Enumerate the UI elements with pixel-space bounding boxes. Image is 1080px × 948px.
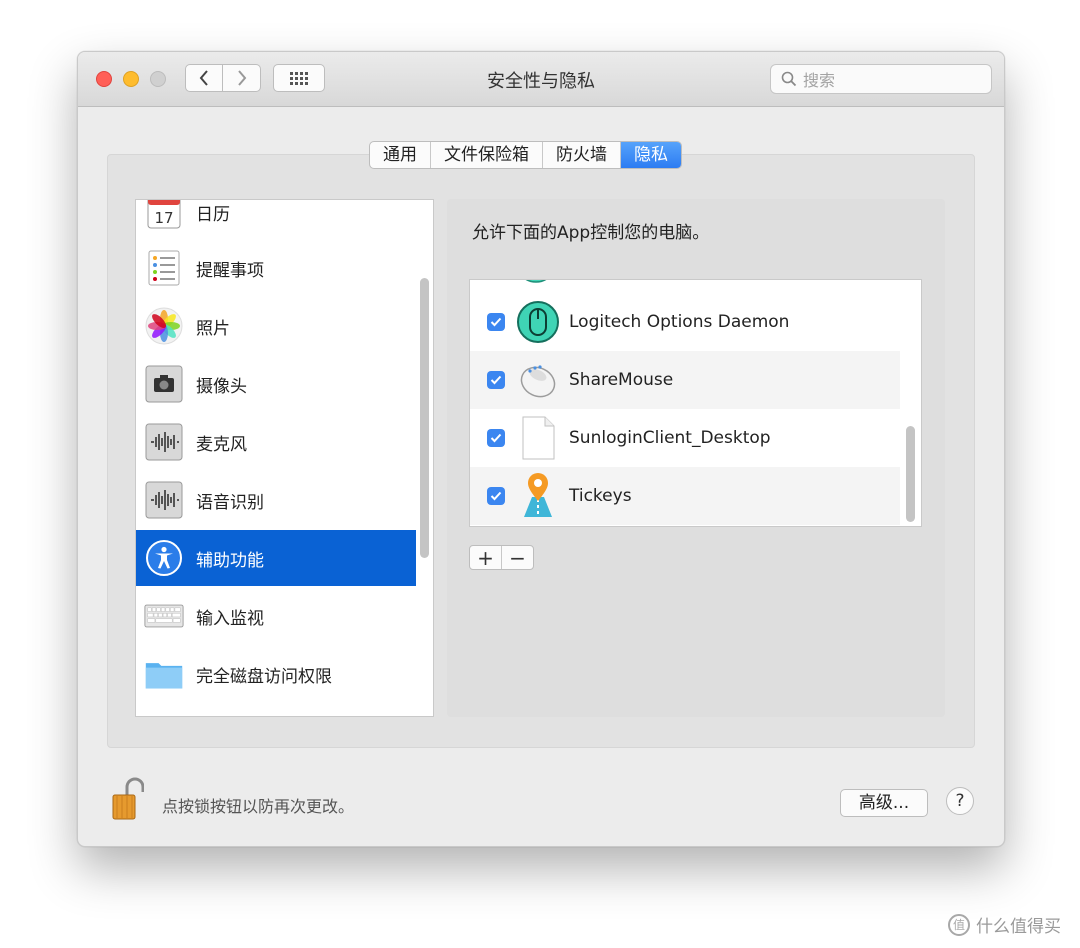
sidebar-item-speech-recognition[interactable]: 语音识别 — [136, 472, 416, 528]
app-row[interactable]: Tickeys — [470, 467, 900, 525]
add-app-button[interactable]: + — [470, 546, 502, 570]
camera-icon — [144, 364, 184, 404]
tab-firewall[interactable]: 防火墙 — [543, 142, 621, 168]
app-name: Tickeys — [569, 486, 632, 506]
search-placeholder: 搜索 — [803, 71, 836, 90]
sidebar-item-label: 日历 — [196, 204, 230, 225]
lock-hint-text: 点按锁按钮以防再次更改。 — [162, 797, 355, 816]
app-checkbox[interactable] — [487, 313, 505, 331]
search-icon — [781, 71, 797, 87]
watermark-logo-icon: 值 — [948, 913, 970, 936]
sidebar-item-label: 输入监视 — [196, 608, 264, 629]
lock-button[interactable] — [108, 776, 145, 826]
checkmark-icon — [490, 433, 502, 443]
mouse-icon — [516, 358, 560, 402]
sidebar-item-accessibility[interactable]: 辅助功能 — [136, 530, 416, 586]
sidebar-item-label: 提醒事项 — [196, 260, 264, 281]
checkmark-icon — [490, 317, 502, 327]
logitech-icon — [516, 300, 560, 344]
right-panel: 允许下面的App控制您的电脑。 Logitech Options Daemon … — [447, 199, 945, 717]
calendar-icon: 17 — [144, 200, 184, 232]
sidebar-item-photos[interactable]: 照片 — [136, 298, 416, 354]
remove-app-button[interactable]: − — [502, 546, 533, 570]
sidebar-item-full-disk-access[interactable]: 完全磁盘访问权限 — [136, 646, 416, 702]
document-icon — [516, 416, 560, 460]
tickeys-icon — [516, 473, 560, 518]
accessibility-icon — [144, 538, 184, 578]
folder-icon — [144, 654, 184, 694]
sidebar-item-reminders[interactable]: 提醒事项 — [136, 240, 416, 296]
app-row[interactable]: SunloginClient_Desktop — [470, 409, 900, 467]
checkmark-icon — [490, 375, 502, 385]
app-checkbox[interactable] — [487, 429, 505, 447]
sidebar-item-microphone[interactable]: 麦克风 — [136, 414, 416, 470]
app-row[interactable]: ShareMouse — [470, 351, 900, 409]
allow-description: 允许下面的App控制您的电脑。 — [472, 223, 710, 243]
tab-filevault[interactable]: 文件保险箱 — [431, 142, 543, 168]
tab-general[interactable]: 通用 — [370, 142, 431, 168]
apps-scrollbar[interactable] — [906, 426, 915, 522]
app-name: Logitech Options Daemon — [569, 312, 790, 332]
advanced-button[interactable]: 高级... — [840, 789, 928, 817]
app-name: SunloginClient_Desktop — [569, 428, 771, 448]
sidebar-item-label: 语音识别 — [196, 492, 264, 513]
app-row[interactable]: Logitech Options Daemon — [470, 293, 900, 351]
speech-recognition-icon — [144, 480, 184, 520]
watermark-text: 什么值得买 — [976, 917, 1061, 937]
sidebar-item-label: 完全磁盘访问权限 — [196, 666, 332, 687]
microphone-icon — [144, 422, 184, 462]
sidebar-item-label: 辅助功能 — [196, 550, 264, 571]
help-button[interactable]: ? — [946, 787, 974, 815]
keyboard-icon — [144, 596, 184, 636]
preferences-window: 安全性与隐私 搜索 通用 文件保险箱 防火墙 隐私 17 日历 提醒事项 照片 … — [77, 51, 1005, 847]
reminders-icon — [144, 248, 184, 288]
watermark: 值 什么值得买 — [948, 912, 1061, 937]
sidebar-item-calendar[interactable]: 17 日历 — [136, 200, 416, 240]
app-checkbox[interactable] — [487, 487, 505, 505]
app-name: ShareMouse — [569, 370, 674, 390]
sidebar-item-input-monitoring[interactable]: 输入监视 — [136, 588, 416, 644]
search-input[interactable]: 搜索 — [770, 64, 992, 94]
privacy-category-list[interactable]: 17 日历 提醒事项 照片 摄像头 麦克风 语音识别 辅助功能 输入监视 完全磁… — [135, 199, 434, 717]
unlocked-lock-icon — [112, 777, 145, 820]
tab-privacy[interactable]: 隐私 — [621, 142, 681, 168]
add-remove-control: + − — [469, 545, 534, 570]
sidebar-scrollbar[interactable] — [420, 278, 429, 558]
photos-icon — [144, 306, 184, 346]
allowed-apps-table[interactable]: Logitech Options Daemon ShareMouse Sunlo… — [469, 279, 922, 527]
tab-bar: 通用 文件保险箱 防火墙 隐私 — [369, 141, 682, 169]
sidebar-item-label: 摄像头 — [196, 376, 247, 397]
sidebar-item-label: 麦克风 — [196, 434, 247, 455]
calendar-icon-date: 17 — [154, 209, 173, 227]
partial-app-icon — [525, 280, 547, 283]
sidebar-item-camera[interactable]: 摄像头 — [136, 356, 416, 412]
title-bar: 安全性与隐私 搜索 — [78, 52, 1004, 107]
checkmark-icon — [490, 491, 502, 501]
app-checkbox[interactable] — [487, 371, 505, 389]
sidebar-item-label: 照片 — [196, 318, 230, 339]
